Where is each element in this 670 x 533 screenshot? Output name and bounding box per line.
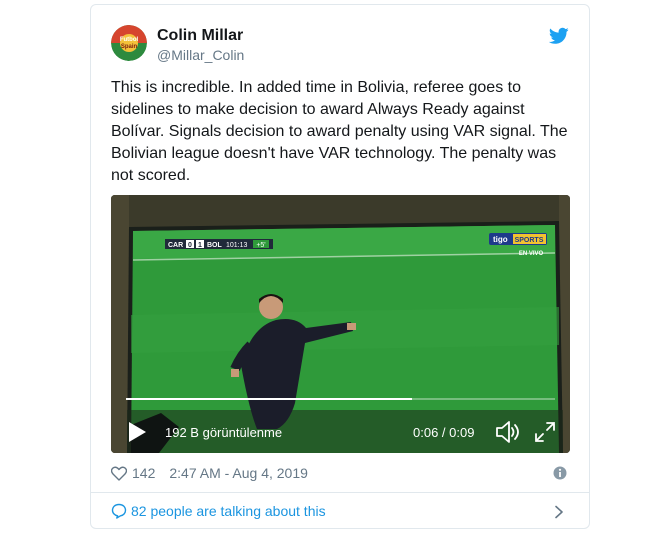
tweet-card: Futbol Spain Colin Millar @Millar_Colin … xyxy=(90,4,590,529)
likes-count[interactable]: 142 xyxy=(132,465,155,481)
video-progress-bar[interactable] xyxy=(126,398,555,400)
author-name[interactable]: Colin Millar xyxy=(157,27,243,45)
author-handle[interactable]: @Millar_Colin xyxy=(157,47,244,63)
video-frame: CAR 0 1 BOL 101:13 +5' tigo SPORTS EN VI… xyxy=(111,195,570,453)
tweet-text: This is incredible. In added time in Bol… xyxy=(111,77,573,187)
tweet-meta: 142 2:47 AM - Aug 4, 2019 xyxy=(111,464,308,482)
tweet-timestamp[interactable]: 2:47 AM - Aug 4, 2019 xyxy=(169,465,308,481)
video-views-count: 192 B görüntülenme xyxy=(165,425,283,440)
tweet-text-line: sidelines to make decision to award Alwa… xyxy=(111,101,525,118)
video-time: 0:06 / 0:09 xyxy=(413,425,475,440)
tweet-text-line: Bolívar. Signals decision to award penal… xyxy=(111,123,568,140)
scoreboard-added-time: +5' xyxy=(256,242,265,249)
comment-bubble-icon xyxy=(111,503,127,519)
heart-icon[interactable] xyxy=(111,466,127,481)
volume-icon[interactable] xyxy=(495,420,521,444)
twitter-bird-icon[interactable] xyxy=(549,27,569,45)
avatar-text-bottom: Spain xyxy=(121,44,138,50)
video-progress-fill xyxy=(126,398,413,400)
scoreboard-clock: 101:13 xyxy=(226,242,248,249)
info-icon[interactable] xyxy=(553,466,567,480)
tweet-text-line: This is incredible. In added time in Bol… xyxy=(111,79,521,96)
scoreboard-away-score: 1 xyxy=(198,242,202,249)
chevron-right-icon[interactable] xyxy=(553,505,565,519)
live-label: EN VIVO xyxy=(519,251,544,257)
broadcaster-logo-right: SPORTS xyxy=(515,237,544,244)
talking-about-label: 82 people are talking about this xyxy=(131,503,326,519)
scoreboard: CAR 0 1 BOL 101:13 +5' xyxy=(165,239,273,249)
avatar-text-top: Futbol xyxy=(120,37,139,43)
scoreboard-home-score: 0 xyxy=(188,242,192,249)
tweet-text-line: not scored. xyxy=(111,167,191,184)
talking-about-link[interactable]: 82 people are talking about this xyxy=(111,501,326,521)
divider xyxy=(91,492,589,493)
scoreboard-home: CAR xyxy=(168,242,183,249)
scoreboard-away: BOL xyxy=(207,242,223,249)
tweet-text-line: Bolivian league doesn't have VAR technol… xyxy=(111,145,557,162)
video-player[interactable]: CAR 0 1 BOL 101:13 +5' tigo SPORTS EN VI… xyxy=(111,195,570,453)
broadcaster-logo-left: tigo xyxy=(493,235,508,244)
fullscreen-icon[interactable] xyxy=(534,421,556,443)
avatar[interactable]: Futbol Spain xyxy=(111,25,147,61)
play-icon[interactable] xyxy=(127,421,147,443)
